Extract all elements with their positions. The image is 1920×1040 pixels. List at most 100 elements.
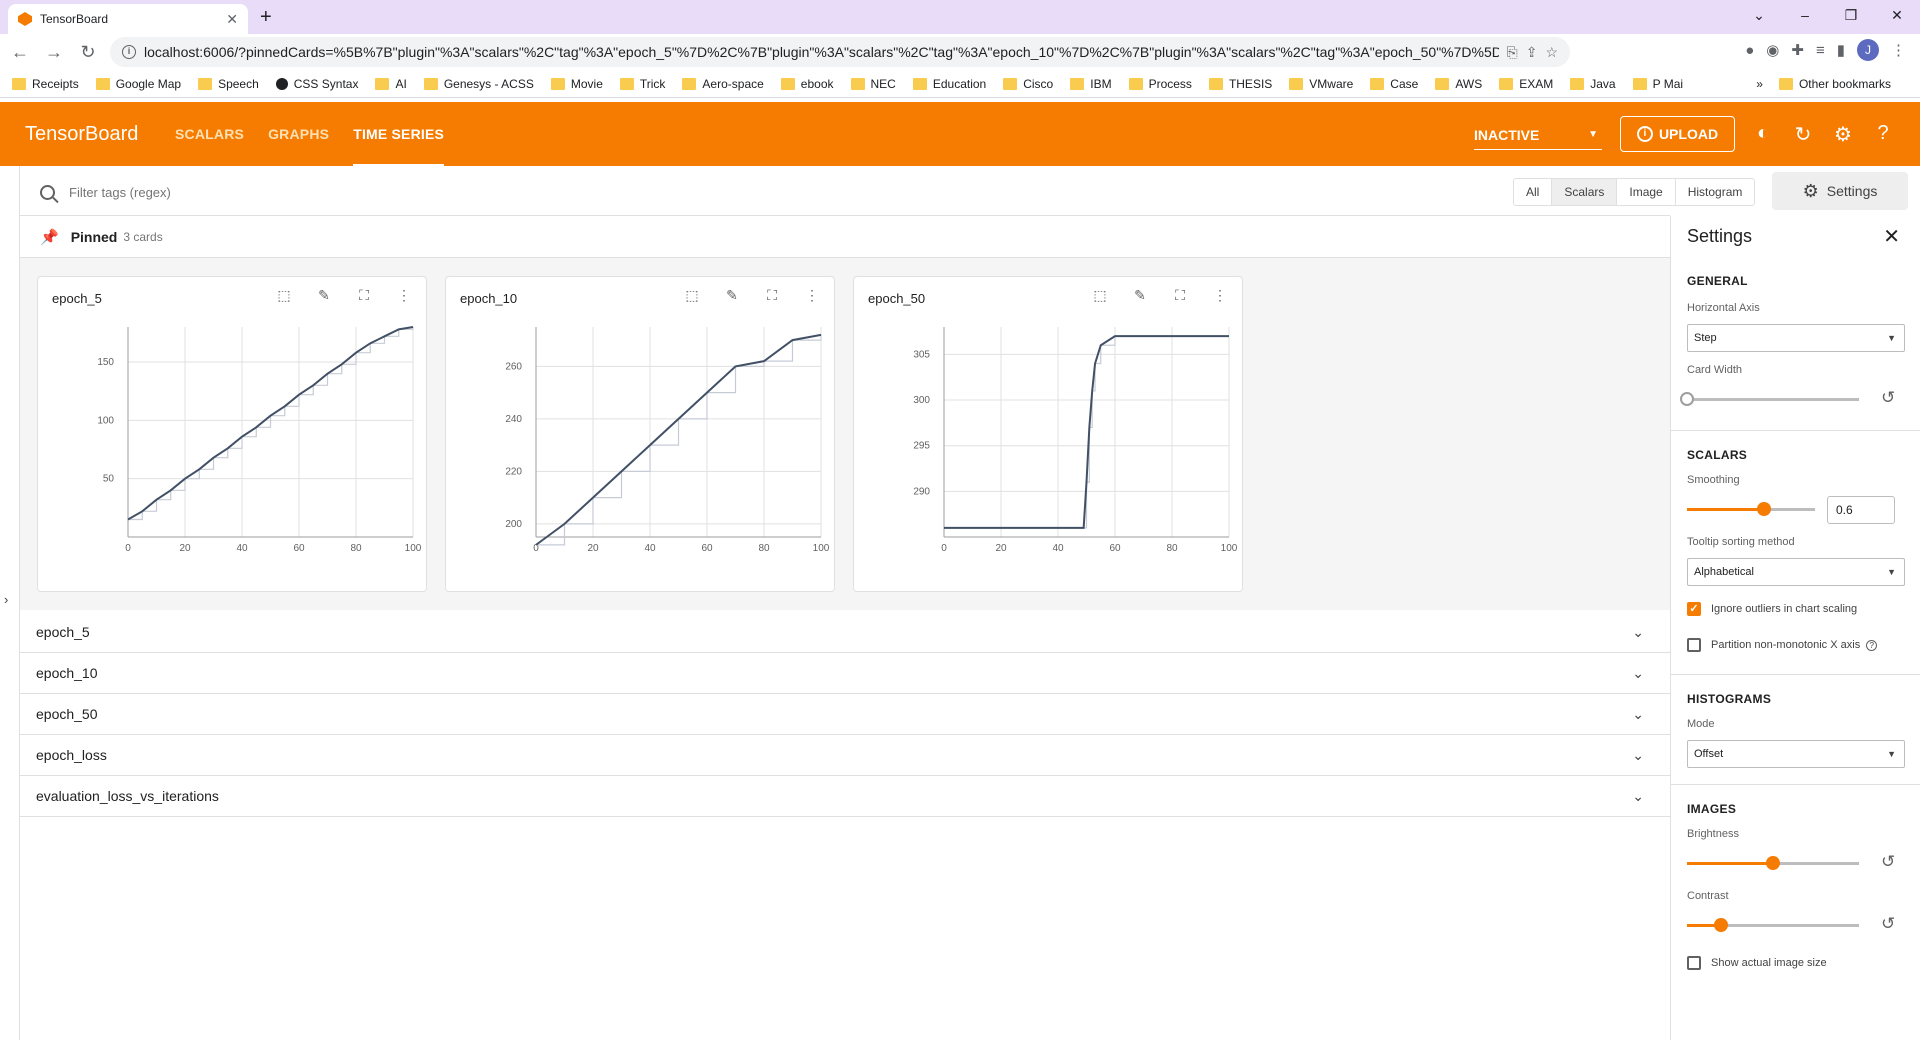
group-epoch-loss[interactable]: epoch_loss ⌄ <box>20 735 1670 776</box>
group-epoch-50[interactable]: epoch_50 ⌄ <box>20 694 1670 735</box>
expand-sidebar-icon[interactable]: › <box>4 592 8 607</box>
bookmark-item[interactable]: Speech <box>198 77 259 91</box>
chevron-down-icon[interactable]: ⌄ <box>1632 788 1644 805</box>
tab-time-series[interactable]: TIME SERIES <box>353 102 445 166</box>
pin-card-icon[interactable]: ✎ <box>1128 287 1152 304</box>
chart-epoch-10[interactable]: 0 20 40 60 80 100200220240260 <box>446 317 836 557</box>
partition-x-axis-checkbox[interactable] <box>1687 638 1701 652</box>
reading-list-icon[interactable]: ≡ <box>1816 42 1825 59</box>
pin-card-icon[interactable]: ✎ <box>720 287 744 304</box>
bookmark-item[interactable]: Trick <box>619 77 665 91</box>
card-menu-icon[interactable]: ⋮ <box>800 287 824 304</box>
slider-thumb[interactable] <box>1756 502 1771 516</box>
minimize-icon[interactable]: – <box>1782 0 1828 30</box>
card-menu-icon[interactable]: ⋮ <box>1208 287 1232 304</box>
type-all-button[interactable]: All <box>1514 179 1553 205</box>
chart-epoch-50[interactable]: 0 20 40 60 80 100 290 295 300 305 <box>854 317 1244 557</box>
chevron-down-icon[interactable]: ⌄ <box>1632 747 1644 764</box>
forward-icon[interactable]: → <box>44 42 64 63</box>
reload-icon[interactable]: ↻ <box>78 42 98 63</box>
bookmarks-more-icon[interactable]: » <box>1756 77 1763 91</box>
bookmark-item[interactable]: Case <box>1370 77 1418 91</box>
bookmark-item[interactable]: THESIS <box>1208 77 1272 91</box>
group-evaluation-loss[interactable]: evaluation_loss_vs_iterations ⌄ <box>20 776 1670 817</box>
fit-domain-icon[interactable]: ⬚ <box>272 287 296 304</box>
slider-thumb[interactable] <box>1680 392 1694 406</box>
card-width-slider[interactable] <box>1680 392 1859 406</box>
bookmark-star-icon[interactable]: ☆ <box>1545 44 1558 61</box>
bookmark-item[interactable]: P Mai <box>1632 77 1683 91</box>
bookmark-item[interactable]: CSS Syntax <box>275 77 358 91</box>
new-tab-icon[interactable]: + <box>260 6 272 29</box>
translate-icon[interactable]: ⎘ <box>1507 44 1518 61</box>
bookmark-item[interactable]: EXAM <box>1499 77 1553 91</box>
fit-domain-icon[interactable]: ⬚ <box>1088 287 1112 304</box>
chart-epoch-5[interactable]: 0 20 40 60 80 100 50 100 150 <box>38 317 428 557</box>
browser-menu-icon[interactable]: ⋮ <box>1891 41 1906 59</box>
tooltip-sorting-select[interactable]: Alphabetical ▼ <box>1687 558 1905 586</box>
reset-contrast-icon[interactable]: ↺ <box>1881 914 1895 934</box>
close-icon[interactable]: ✕ <box>1883 224 1900 249</box>
actual-image-size-checkbox[interactable] <box>1687 956 1701 970</box>
other-bookmarks[interactable]: Other bookmarks <box>1778 77 1891 91</box>
brightness-slider[interactable] <box>1687 856 1859 870</box>
card-menu-icon[interactable]: ⋮ <box>392 287 416 304</box>
bookmark-item[interactable]: Google Map <box>95 77 181 91</box>
bookmark-item[interactable]: Genesys - ACSS <box>423 77 534 91</box>
extensions-puzzle-icon[interactable]: ✚ <box>1791 41 1804 59</box>
close-window-icon[interactable]: ✕ <box>1874 0 1920 30</box>
tab-scalars[interactable]: SCALARS <box>175 102 244 166</box>
bookmark-item[interactable]: VMware <box>1289 77 1353 91</box>
bookmark-item[interactable]: Education <box>912 77 986 91</box>
reset-card-width-icon[interactable]: ↺ <box>1881 388 1895 408</box>
tab-graphs[interactable]: GRAPHS <box>268 102 329 166</box>
bookmark-item[interactable]: Java <box>1570 77 1616 91</box>
bookmark-item[interactable]: AI <box>375 77 407 91</box>
slider-thumb[interactable] <box>1714 918 1729 932</box>
upload-button[interactable]: i UPLOAD <box>1620 116 1735 152</box>
chevron-down-icon[interactable]: ⌄ <box>1632 624 1644 641</box>
contrast-slider[interactable] <box>1687 918 1859 932</box>
restore-icon[interactable]: ❐ <box>1828 0 1874 30</box>
histogram-mode-select[interactable]: Offset ▼ <box>1687 740 1905 768</box>
smoothing-slider[interactable] <box>1687 502 1815 516</box>
ignore-outliers-checkbox[interactable]: ✓ <box>1687 602 1701 616</box>
address-bar[interactable]: i localhost:6006/?pinnedCards=%5B%7B"plu… <box>110 37 1570 67</box>
bookmark-item[interactable]: NEC <box>850 77 896 91</box>
group-epoch-5[interactable]: epoch_5 ⌄ <box>20 612 1670 653</box>
help-icon[interactable]: ? <box>1866 640 1878 651</box>
address-bar-url[interactable]: localhost:6006/?pinnedCards=%5B%7B"plugi… <box>144 44 1499 60</box>
tab-search-icon[interactable]: ⌄ <box>1736 0 1782 30</box>
chevron-down-icon[interactable]: ⌄ <box>1632 665 1644 682</box>
type-histogram-button[interactable]: Histogram <box>1676 179 1755 205</box>
close-tab-icon[interactable]: ✕ <box>226 11 238 28</box>
help-icon[interactable]: ? <box>1872 122 1894 147</box>
extension-new-icon[interactable]: ◉ <box>1766 41 1779 59</box>
site-info-icon[interactable]: i <box>122 45 136 59</box>
chevron-down-icon[interactable]: ⌄ <box>1632 706 1644 723</box>
back-icon[interactable]: ← <box>10 42 30 63</box>
fit-domain-icon[interactable]: ⬚ <box>680 287 704 304</box>
settings-button[interactable]: ⚙ Settings <box>1772 172 1908 210</box>
side-panel-icon[interactable]: ▮ <box>1837 41 1845 59</box>
pin-card-icon[interactable]: ✎ <box>312 287 336 304</box>
bookmark-item[interactable]: IBM <box>1070 77 1112 91</box>
horizontal-axis-select[interactable]: Step ▼ <box>1687 324 1905 352</box>
share-icon[interactable]: ⇪ <box>1526 44 1538 61</box>
type-image-button[interactable]: Image <box>1617 179 1676 205</box>
reset-brightness-icon[interactable]: ↺ <box>1881 852 1895 872</box>
bookmark-item[interactable]: Process <box>1128 77 1192 91</box>
fullscreen-icon[interactable]: ⛶ <box>1168 287 1192 304</box>
fullscreen-icon[interactable]: ⛶ <box>352 287 376 304</box>
settings-gear-icon[interactable]: ⚙ <box>1832 122 1854 147</box>
theme-toggle-icon[interactable]: ◐ <box>1752 122 1774 147</box>
filter-tags-input[interactable] <box>69 185 969 200</box>
refresh-icon[interactable]: ↻ <box>1792 122 1814 147</box>
bookmark-item[interactable]: Aero-space <box>682 77 764 91</box>
group-epoch-10[interactable]: epoch_10 ⌄ <box>20 653 1670 694</box>
type-scalars-button[interactable]: Scalars <box>1552 179 1618 205</box>
bookmark-item[interactable]: Movie <box>550 77 603 91</box>
browser-tab[interactable]: TensorBoard ✕ <box>8 4 248 34</box>
profile-avatar[interactable]: J <box>1857 39 1879 61</box>
extension-icon[interactable]: ● <box>1745 42 1754 59</box>
